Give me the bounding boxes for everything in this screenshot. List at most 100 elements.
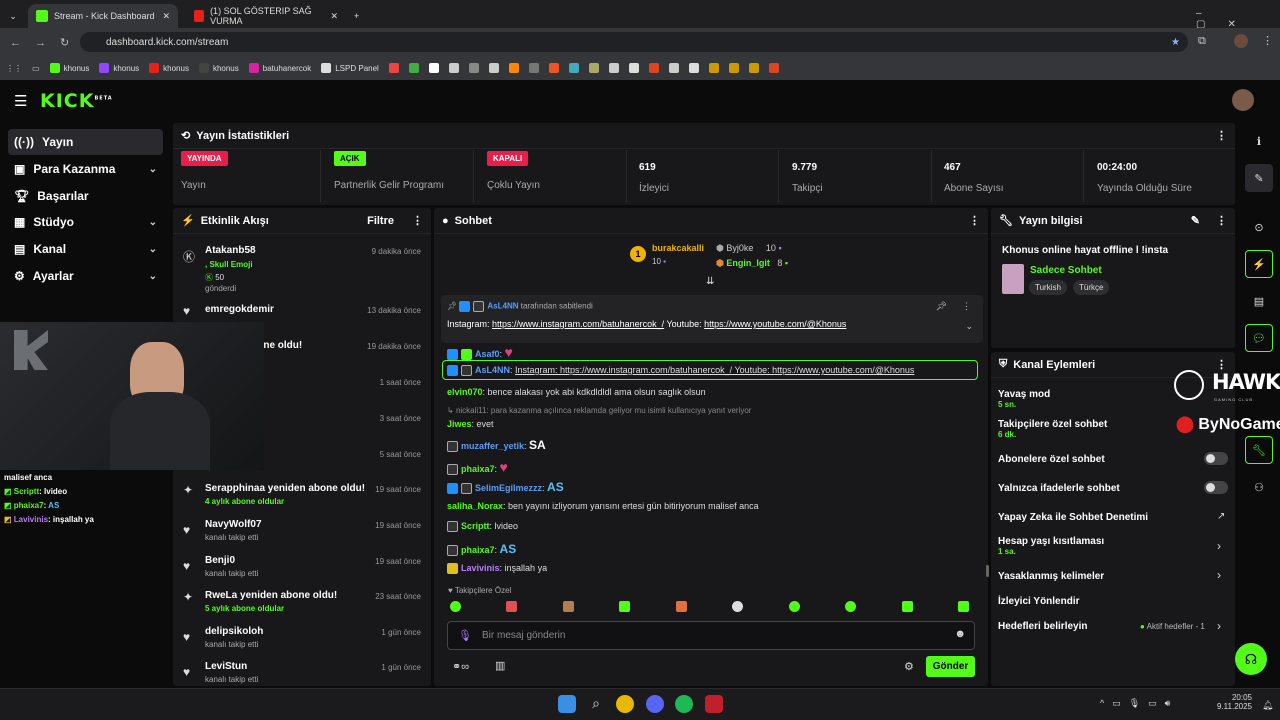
store-icon[interactable]: ▥ — [495, 659, 505, 672]
emote-only-toggle[interactable] — [1204, 481, 1228, 494]
emote[interactable] — [619, 601, 631, 612]
mic-icon[interactable]: 🎙︎ — [458, 629, 472, 642]
folder-icon[interactable]: ▭ — [32, 64, 40, 73]
action-emote-only[interactable]: Yalnızca ifadelerle sohbet — [998, 483, 1120, 494]
nav-buttons[interactable]: ←→↻ — [10, 36, 83, 49]
sidebar-item-ayarlar[interactable]: ⚙ Ayarlar ⌄ — [8, 263, 163, 289]
url-input[interactable]: dashboard.kick.com/stream ★ — [80, 32, 1188, 52]
pencil-icon[interactable]: ✎ — [1245, 164, 1273, 192]
more-icon[interactable]: ⋮ — [1216, 129, 1227, 142]
action-ai-moderation[interactable]: Yapay Zeka ile Sohbet Denetimi — [998, 512, 1148, 523]
instagram-link[interactable]: https://www.instagram.com/batuhanercok_/ — [492, 319, 664, 329]
action-raid[interactable]: İzleyici Yönlendir — [998, 596, 1080, 607]
emote[interactable] — [901, 601, 913, 612]
close-icon[interactable]: ✕ — [330, 11, 338, 22]
bolt-icon[interactable]: ⚡ — [1245, 250, 1273, 278]
collapse-icon[interactable]: ⇊ — [706, 276, 714, 287]
emote[interactable] — [957, 601, 969, 612]
top-gifter-2[interactable]: ⬢ Byj0ke 10 ▪ — [716, 243, 782, 254]
taskbar-clock[interactable]: 20:05 9.11.2025 — [1216, 693, 1252, 711]
window-controls[interactable]: –▢✕ — [1196, 8, 1280, 30]
chevron-down-icon[interactable]: ⌄ — [965, 321, 973, 332]
top-gifter-3[interactable]: ⬢ Engin_Igit 8 ▪ — [716, 258, 788, 269]
bookmark-lspd[interactable]: LSPD Panel — [321, 63, 379, 73]
youtube-link[interactable]: https://www.youtube.com/@Khonus — [704, 319, 846, 329]
emote[interactable] — [506, 601, 518, 612]
new-tab-button[interactable]: + — [346, 4, 367, 28]
chat-scrollbar[interactable] — [986, 565, 989, 577]
bookmark-icons-row[interactable] — [388, 63, 779, 73]
profile-avatar[interactable] — [1234, 34, 1248, 48]
notification-icon[interactable]: 🔔︎ — [1262, 700, 1273, 711]
more-icon[interactable]: ⋮ — [962, 301, 971, 312]
community-icon[interactable]: ⚇ — [1245, 473, 1273, 501]
menu-icon[interactable]: ⋮ — [1262, 34, 1273, 47]
tray-icons[interactable]: ^▭🎙︎▭🔊︎ — [1100, 698, 1178, 709]
chrome-icon[interactable] — [616, 695, 634, 713]
tab-kick-dashboard[interactable]: Stream - Kick Dashboard ✕ — [28, 4, 178, 28]
emoji-icon[interactable]: ☻ — [954, 628, 966, 640]
bookmark-khonus-youtube[interactable]: khonus — [149, 63, 189, 73]
target-icon[interactable]: ⊙ — [1245, 213, 1273, 241]
action-banned-words[interactable]: Yasaklanmış kelimeler — [998, 571, 1104, 582]
top-gifter-1[interactable]: burakcakalli — [652, 243, 704, 253]
apps-icon[interactable]: ⋮⋮ — [6, 64, 22, 73]
chevron-right-icon[interactable]: › — [1217, 568, 1221, 582]
discord-icon[interactable] — [646, 695, 664, 713]
edit-icon[interactable]: ✎ — [1191, 214, 1200, 227]
category-link[interactable]: Sadece Sohbet — [1030, 265, 1102, 276]
emote[interactable] — [732, 601, 744, 612]
emote[interactable] — [450, 601, 461, 612]
tag-pill[interactable]: Türkçe — [1073, 280, 1110, 295]
bookmark-khonus-twitch[interactable]: khonus — [99, 63, 139, 73]
search-icon[interactable]: ⌕ — [587, 695, 605, 713]
more-icon[interactable]: ⋮ — [412, 214, 423, 227]
emote[interactable] — [845, 601, 857, 612]
user-avatar[interactable] — [1232, 89, 1254, 111]
tab-youtube[interactable]: (1) SOL GÖSTERIP SAĞ VURMA ✕ — [186, 4, 346, 28]
chat-icon[interactable]: 💬︎ — [1245, 324, 1273, 352]
sidebar-item-para-kazanma[interactable]: ▣ Para Kazanma ⌄ — [8, 156, 163, 182]
sidebar-item-kanal[interactable]: ▤ Kanal ⌄ — [8, 236, 163, 262]
app-icon[interactable] — [705, 695, 723, 713]
emote[interactable] — [788, 601, 800, 612]
emote[interactable] — [562, 601, 574, 612]
sidebar-item-basarilar[interactable]: 🏆︎ Başarılar — [8, 183, 163, 209]
close-icon[interactable]: ✕ — [162, 11, 170, 22]
external-link-icon[interactable]: ↗ — [1217, 511, 1225, 522]
info-icon[interactable]: ℹ — [1245, 127, 1273, 155]
support-headset-icon[interactable]: ☊ — [1235, 643, 1267, 675]
sidebar-item-studyo[interactable]: ▦ Stüdyo ⌄ — [8, 209, 163, 235]
chevron-right-icon[interactable]: › — [1217, 619, 1221, 633]
subscriber-only-toggle[interactable] — [1204, 452, 1228, 465]
windows-start-icon[interactable] — [558, 695, 576, 713]
bookmark-khonus-kick[interactable]: khonus — [49, 63, 89, 73]
spotify-icon[interactable] — [675, 695, 693, 713]
extensions-icon[interactable]: ⧉ — [1198, 35, 1206, 48]
chat-input[interactable]: 🎙︎ Bir mesaj gönderin ☻ — [447, 621, 975, 650]
action-follower-only[interactable]: Takipçilere özel sohbet 6 dk. — [998, 419, 1107, 439]
kick-logo[interactable]: KICKBETA — [40, 90, 113, 112]
hamburger-menu-icon[interactable]: ☰ — [14, 92, 27, 110]
emote-bar[interactable] — [450, 601, 972, 615]
chevron-right-icon[interactable]: › — [1217, 539, 1221, 553]
kick-points-icon[interactable]: ⚭∞ — [452, 660, 469, 673]
tag-pill[interactable]: Turkish — [1029, 280, 1067, 295]
settings-icon[interactable]: ⚙ — [904, 660, 914, 673]
more-icon[interactable]: ⋮ — [969, 214, 980, 227]
sidebar-item-yayin[interactable]: ((·)) Yayın — [8, 129, 163, 155]
bookmark-star-icon[interactable]: ★ — [1171, 37, 1180, 48]
emote[interactable] — [675, 601, 687, 612]
wrench-icon[interactable]: 🔧︎ — [1245, 436, 1273, 464]
bookmark-instagram[interactable]: batuhanercok — [248, 63, 311, 73]
action-subscriber-only[interactable]: Abonelere özel sohbet — [998, 454, 1105, 465]
bookmark-khonus-x[interactable]: khonus — [198, 63, 239, 73]
filter-button[interactable]: Filtre — [367, 215, 394, 227]
tab-list-button[interactable]: ⌄ — [0, 4, 26, 28]
document-icon[interactable]: ▤ — [1245, 287, 1273, 315]
action-account-age[interactable]: Hesap yaşı kısıtlaması 1 sa. — [998, 536, 1104, 556]
pin-icon[interactable]: 📌︎ — [936, 301, 947, 312]
action-goals[interactable]: Hedefleri belirleyin — [998, 621, 1087, 632]
more-icon[interactable]: ⋮ — [1216, 214, 1227, 227]
action-slow-mode[interactable]: Yavaş mod 5 sn. — [998, 389, 1050, 409]
